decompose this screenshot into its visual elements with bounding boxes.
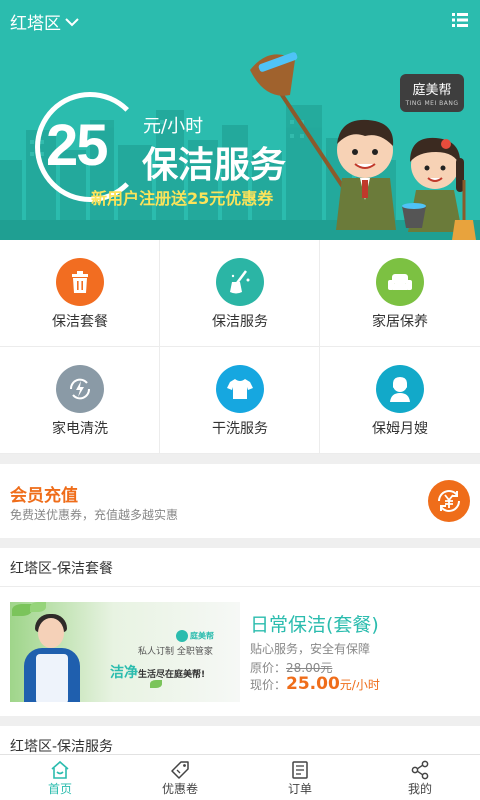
member-title: 会员充值	[10, 486, 78, 506]
banner-price: 25	[46, 113, 108, 178]
package-desc: 贴心服务，安全有保障	[250, 642, 371, 656]
trash-icon	[56, 258, 104, 306]
thumb-tagline: 私人订制 全职管家	[138, 647, 213, 657]
service-home-care[interactable]: 家居保养	[320, 240, 480, 347]
brand-subname: TING MEI BANG	[405, 100, 459, 107]
leaf-decoration	[30, 602, 46, 612]
brand-logo: 庭美帮 TING MEI BANG	[400, 74, 464, 112]
tab-home[interactable]: 首页	[0, 755, 120, 800]
person-apron	[36, 654, 68, 702]
tab-coupons[interactable]: 优惠卷	[120, 755, 240, 800]
service-label: 保洁套餐	[52, 314, 108, 330]
tab-label: 我的	[407, 782, 432, 796]
service-label: 家电清洗	[52, 421, 108, 437]
cleaning-package-section: 红塔区-保洁套餐 庭美帮 私人订制 全职管家 洁净生活尽在庭美帮! 日常保洁(套…	[0, 548, 480, 716]
coupon-tag-icon	[171, 761, 189, 779]
service-nanny[interactable]: 保姆月嫂	[320, 347, 480, 454]
current-price-label: 现价：	[250, 678, 287, 692]
service-label: 保姆月嫂	[372, 421, 428, 437]
member-recharge-card[interactable]: 会员充值 免费送优惠券，充值越多越实惠	[0, 464, 480, 538]
sofa-icon	[376, 258, 424, 306]
section-header: 红塔区-保洁套餐	[10, 561, 114, 577]
thumb-brand-text: 庭美帮	[190, 631, 214, 641]
current-price: 25.00	[286, 674, 340, 694]
person-head	[38, 618, 64, 648]
service-cleaning-package[interactable]: 保洁套餐	[0, 240, 160, 347]
original-price: 28.00元	[286, 661, 333, 675]
home-icon	[51, 760, 69, 779]
promo-banner[interactable]: 红塔区 25 元/小时 保洁服务 新用户注册送25元优惠券 庭美帮 TING M…	[0, 0, 480, 240]
cleaning-kids-illustration	[250, 52, 476, 240]
thumb-slogan: 洁净生活尽在庭美帮!	[110, 662, 205, 682]
lightning-refresh-icon	[56, 365, 104, 413]
tab-orders[interactable]: 订单	[240, 755, 360, 800]
thumb-brand: 庭美帮	[176, 630, 214, 642]
broom-icon	[216, 258, 264, 306]
thumb-slogan-text: 生活尽在庭美帮!	[138, 670, 206, 680]
service-grid: 保洁套餐 保洁服务 家居保养 家电清洗 干洗服务 保姆月嫂	[0, 240, 480, 454]
section-header: 红塔区-保洁服务	[10, 739, 114, 755]
package-title: 日常保洁(套餐)	[250, 614, 379, 636]
service-label: 干洗服务	[212, 421, 268, 437]
divider	[0, 586, 480, 587]
member-subtitle: 免费送优惠券，充值越多越实惠	[10, 508, 179, 522]
brand-dot-icon	[176, 630, 188, 642]
service-label: 保洁服务	[212, 314, 268, 330]
service-appliance-cleaning[interactable]: 家电清洗	[0, 347, 160, 454]
tshirt-icon	[216, 365, 264, 413]
package-thumbnail[interactable]: 庭美帮 私人订制 全职管家 洁净生活尽在庭美帮!	[10, 602, 240, 702]
brand-name: 庭美帮	[412, 83, 452, 98]
tab-label: 订单	[287, 782, 312, 796]
thumb-slogan-em: 洁净	[110, 665, 138, 681]
service-label: 家居保养	[372, 314, 428, 330]
leaf-decoration	[12, 604, 32, 616]
original-price-label: 原价：	[250, 661, 287, 675]
chevron-down-icon	[65, 17, 79, 26]
bottom-tab-bar: 首页 优惠卷 订单 我的	[0, 754, 480, 800]
list-icon[interactable]	[452, 12, 468, 28]
service-cleaning[interactable]: 保洁服务	[160, 240, 320, 347]
banner-promo-text: 新用户注册送25元优惠券	[91, 189, 274, 208]
tab-label: 优惠卷	[161, 782, 198, 796]
banner-unit: 元/小时	[143, 116, 204, 137]
city-label: 红塔区	[10, 14, 61, 34]
tab-label: 首页	[47, 782, 72, 796]
order-list-icon	[292, 761, 308, 779]
service-dry-cleaning[interactable]: 干洗服务	[160, 347, 320, 454]
nanny-icon	[376, 365, 424, 413]
share-profile-icon	[411, 760, 429, 780]
tab-profile[interactable]: 我的	[360, 755, 480, 800]
current-price-row: 现价：25.00元/小时	[250, 674, 380, 694]
city-selector[interactable]: 红塔区	[10, 9, 79, 34]
current-price-unit: 元/小时	[339, 678, 380, 692]
yen-refresh-icon[interactable]	[428, 480, 470, 522]
